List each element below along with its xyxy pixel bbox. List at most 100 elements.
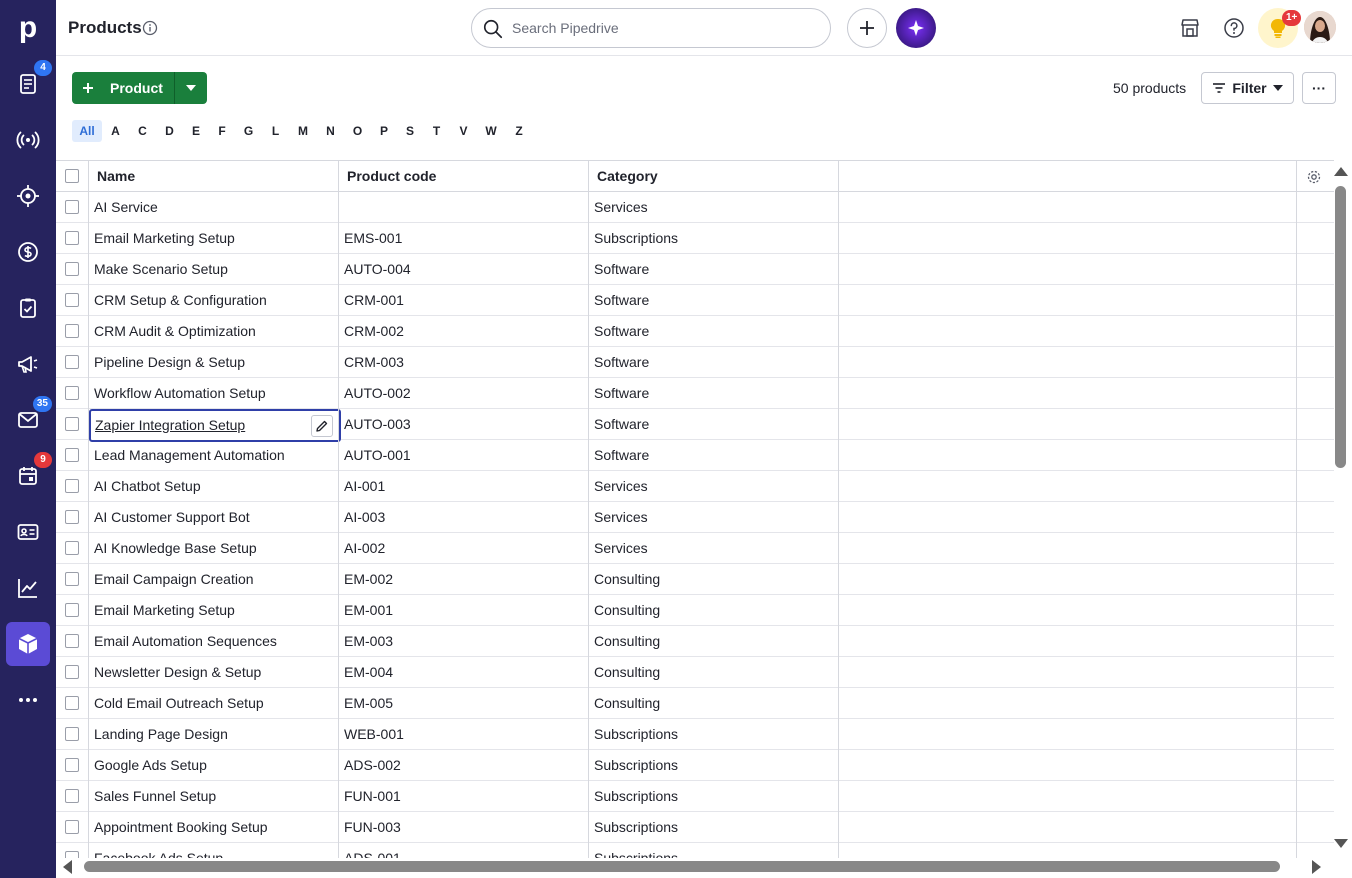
cell-product-code[interactable]: CRM-003 <box>344 347 584 378</box>
cell-product-code[interactable]: CRM-001 <box>344 285 584 316</box>
alphabet-filter-o[interactable]: O <box>344 120 371 142</box>
table-row[interactable]: AI Service Services <box>56 192 1334 223</box>
sidebar-item-insights[interactable] <box>6 566 50 610</box>
cell-category[interactable]: Subscriptions <box>594 719 834 750</box>
alphabet-filter-g[interactable]: G <box>235 120 262 142</box>
search-box[interactable] <box>471 8 831 48</box>
cell-category[interactable]: Consulting <box>594 688 834 719</box>
sidebar-item-activities[interactable] <box>6 286 50 330</box>
table-row[interactable]: CRM Audit & Optimization CRM-002 Software <box>56 316 1334 347</box>
cell-product-code[interactable]: AI-003 <box>344 502 584 533</box>
row-checkbox[interactable] <box>65 479 79 493</box>
sidebar-item-products[interactable] <box>6 622 50 666</box>
sidebar-item-marketing[interactable] <box>6 342 50 386</box>
alphabet-filter-m[interactable]: M <box>289 120 317 142</box>
cell-category[interactable]: Subscriptions <box>594 781 834 812</box>
cell-name[interactable]: AI Customer Support Bot <box>94 502 334 533</box>
cell-product-code[interactable]: AUTO-002 <box>344 378 584 409</box>
row-checkbox[interactable] <box>65 386 79 400</box>
cell-product-code[interactable]: WEB-001 <box>344 719 584 750</box>
cell-name[interactable]: AI Chatbot Setup <box>94 471 334 502</box>
cell-product-code[interactable]: FUN-003 <box>344 812 584 843</box>
cell-name[interactable]: Pipeline Design & Setup <box>94 347 334 378</box>
table-row[interactable]: Email Marketing Setup EM-001 Consulting <box>56 595 1334 626</box>
row-checkbox[interactable] <box>65 541 79 555</box>
cell-name[interactable]: CRM Setup & Configuration <box>94 285 334 316</box>
column-header-name[interactable]: Name <box>89 161 339 192</box>
row-checkbox[interactable] <box>65 727 79 741</box>
cell-product-code[interactable]: EMS-001 <box>344 223 584 254</box>
cell-category[interactable]: Subscriptions <box>594 812 834 843</box>
row-checkbox[interactable] <box>65 820 79 834</box>
cell-category[interactable]: Consulting <box>594 595 834 626</box>
cell-name[interactable]: Email Automation Sequences <box>94 626 334 657</box>
cell-product-code[interactable]: AUTO-003 <box>344 409 584 440</box>
column-header-category[interactable]: Category <box>589 161 839 192</box>
cell-name[interactable]: AI Knowledge Base Setup <box>94 533 334 564</box>
scroll-up-arrow[interactable] <box>1334 166 1348 176</box>
cell-name[interactable]: Email Marketing Setup <box>94 223 334 254</box>
row-checkbox[interactable] <box>65 603 79 617</box>
table-row[interactable]: Cold Email Outreach Setup EM-005 Consultin… <box>56 688 1334 719</box>
row-checkbox[interactable] <box>65 510 79 524</box>
product-name-link[interactable]: Zapier Integration Setup <box>95 411 245 440</box>
alphabet-filter-w[interactable]: W <box>477 120 505 142</box>
table-row[interactable]: Workflow Automation Setup AUTO-002 Softwar… <box>56 378 1334 409</box>
sidebar-item-contacts[interactable] <box>6 510 50 554</box>
alphabet-filter-a[interactable]: A <box>102 120 129 142</box>
table-row[interactable]: Newsletter Design & Setup EM-004 Consultin… <box>56 657 1334 688</box>
alphabet-filter-z[interactable]: Z <box>505 120 533 142</box>
cell-product-code[interactable]: AI-002 <box>344 533 584 564</box>
sidebar-item-leads[interactable]: 4 <box>6 60 52 106</box>
cell-category[interactable]: Software <box>594 409 834 440</box>
row-checkbox[interactable] <box>65 665 79 679</box>
table-row[interactable]: AI Customer Support Bot AI-003 Services <box>56 502 1334 533</box>
cell-category[interactable]: Subscriptions <box>594 843 834 858</box>
cell-category[interactable]: Consulting <box>594 657 834 688</box>
cell-product-code[interactable]: EM-003 <box>344 626 584 657</box>
alphabet-filter-f[interactable]: F <box>209 120 235 142</box>
table-row[interactable]: Email Marketing Setup EMS-001 Subscription… <box>56 223 1334 254</box>
cell-name[interactable]: Appointment Booking Setup <box>94 812 334 843</box>
table-row[interactable]: Email Campaign Creation EM-002 Consulting <box>56 564 1334 595</box>
table-row[interactable]: Make Scenario Setup AUTO-004 Software <box>56 254 1334 285</box>
table-row[interactable]: Appointment Booking Setup FUN-003 Subscrip… <box>56 812 1334 843</box>
cell-category[interactable]: Software <box>594 440 834 471</box>
cell-product-code[interactable]: EM-004 <box>344 657 584 688</box>
add-product-dropdown[interactable] <box>174 72 207 104</box>
cell-name[interactable]: AI Service <box>94 192 334 223</box>
cell-product-code[interactable]: CRM-002 <box>344 316 584 347</box>
cell-product-code[interactable] <box>344 192 584 223</box>
name-cell-editing[interactable]: Zapier Integration Setup <box>89 409 341 442</box>
column-header-product-code[interactable]: Product code <box>339 161 589 192</box>
cell-name[interactable]: Email Marketing Setup <box>94 595 334 626</box>
cell-product-code[interactable]: ADS-001 <box>344 843 584 858</box>
row-checkbox[interactable] <box>65 293 79 307</box>
cell-category[interactable]: Consulting <box>594 564 834 595</box>
pipedrive-logo[interactable]: p <box>14 12 42 44</box>
sidebar-item-pipeline[interactable] <box>6 174 50 218</box>
row-checkbox[interactable] <box>65 200 79 214</box>
alphabet-filter-e[interactable]: E <box>183 120 209 142</box>
cell-category[interactable]: Software <box>594 378 834 409</box>
table-row[interactable]: Facebook Ads Setup ADS-001 Subscriptions <box>56 843 1334 858</box>
cell-product-code[interactable]: AUTO-004 <box>344 254 584 285</box>
cell-name[interactable]: Cold Email Outreach Setup <box>94 688 334 719</box>
avatar[interactable] <box>1304 11 1336 43</box>
table-row[interactable]: Zapier Integration Setup AUTO-003 Software <box>56 409 1334 442</box>
alphabet-filter-d[interactable]: D <box>156 120 183 142</box>
marketplace-icon[interactable] <box>1176 14 1204 42</box>
alphabet-filter-v[interactable]: V <box>450 120 477 142</box>
search-input[interactable] <box>512 18 812 38</box>
scroll-right-arrow[interactable] <box>1312 860 1322 874</box>
table-row[interactable]: Google Ads Setup ADS-002 Subscriptions <box>56 750 1334 781</box>
table-row[interactable]: Email Automation Sequences EM-003 Consulti… <box>56 626 1334 657</box>
cell-product-code[interactable]: AI-001 <box>344 471 584 502</box>
row-checkbox[interactable] <box>65 851 79 858</box>
row-checkbox[interactable] <box>65 634 79 648</box>
table-row[interactable]: Sales Funnel Setup FUN-001 Subscriptions <box>56 781 1334 812</box>
sidebar-item-deals[interactable] <box>6 230 50 274</box>
cell-category[interactable]: Services <box>594 502 834 533</box>
cell-category[interactable]: Subscriptions <box>594 223 834 254</box>
cell-category[interactable]: Subscriptions <box>594 750 834 781</box>
